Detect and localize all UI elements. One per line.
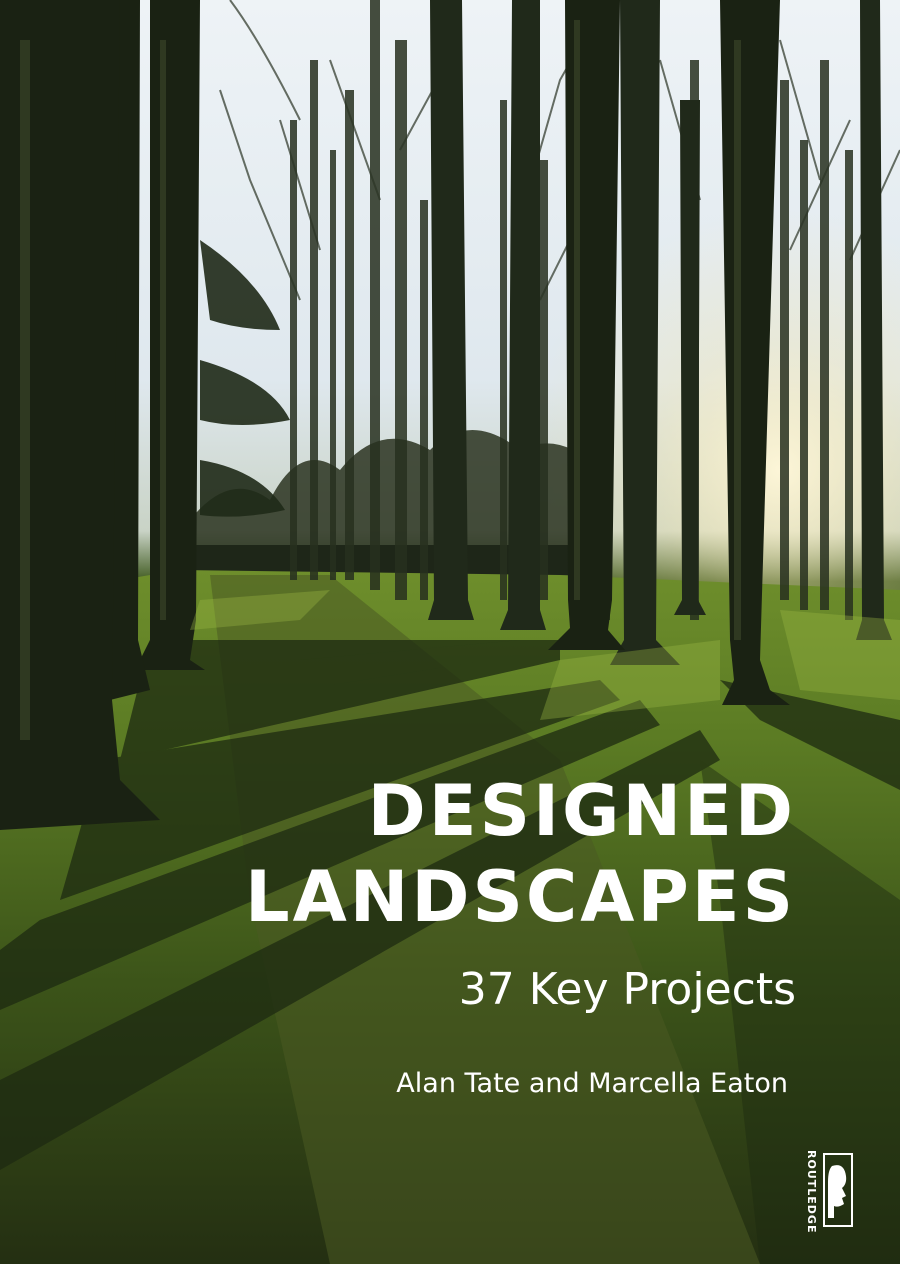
book-subtitle: 37 Key Projects [458, 964, 796, 1015]
title-line-2: LANDSCAPES [245, 856, 796, 938]
book-title: DESIGNED LANDSCAPES [245, 768, 796, 940]
routledge-head-logo-icon [823, 1153, 853, 1227]
book-cover: DESIGNED LANDSCAPES 37 Key Projects Alan… [0, 0, 900, 1264]
publisher-name: ROUTLEDGE [805, 1150, 818, 1234]
book-authors: Alan Tate and Marcella Eaton [396, 1068, 788, 1099]
title-line-1: DESIGNED [367, 770, 796, 852]
publisher-logo: ROUTLEDGE [804, 1150, 856, 1234]
